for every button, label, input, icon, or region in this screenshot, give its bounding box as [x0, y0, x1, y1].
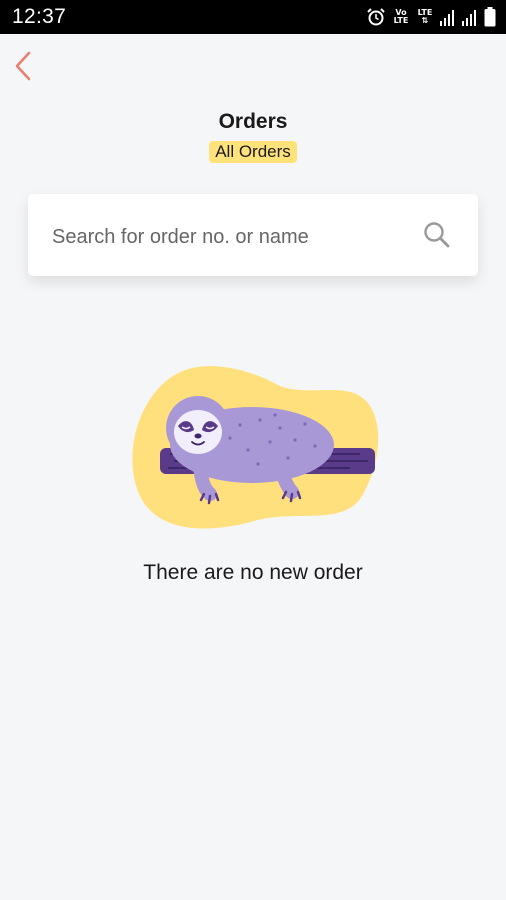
sleeping-sloth-illustration	[132, 366, 379, 529]
signal-icon	[440, 10, 454, 26]
search-input[interactable]	[50, 218, 414, 256]
signal-icon	[462, 10, 476, 26]
status-bar: 12:37 Vo LTE LTE ⇅	[0, 0, 506, 34]
volte-icon: Vo LTE	[392, 9, 410, 25]
battery-icon	[484, 7, 496, 27]
chevron-left-icon	[15, 51, 31, 81]
empty-state-message: There are no new order	[143, 561, 363, 584]
back-button[interactable]	[8, 48, 38, 84]
filter-pill-wrap: All Orders	[0, 141, 506, 163]
page-title: Orders	[218, 110, 288, 133]
volte-label-bottom: LTE	[393, 16, 409, 25]
search-icon[interactable]	[422, 220, 452, 250]
status-time: 12:37	[12, 5, 67, 28]
lte-icon: LTE ⇅	[417, 8, 433, 25]
alarm-icon	[367, 8, 385, 26]
filter-pill-all-orders[interactable]: All Orders	[209, 141, 297, 163]
status-icons: Vo LTE LTE ⇅	[366, 6, 496, 28]
search-card	[28, 194, 478, 276]
